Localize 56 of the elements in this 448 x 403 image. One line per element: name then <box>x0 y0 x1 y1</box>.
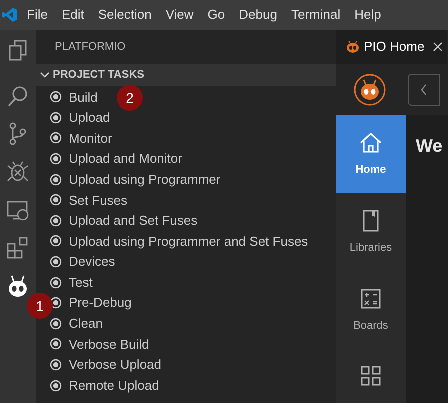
task-item[interactable]: Upload using Programmer and Set Fuses <box>69 232 308 252</box>
radio-icon <box>50 318 62 330</box>
menu-item[interactable]: Go <box>200 5 232 25</box>
task-item[interactable]: Upload using Programmer <box>69 170 221 190</box>
bug-icon[interactable] <box>6 160 30 184</box>
section-header[interactable]: PROJECT TASKS <box>36 64 336 86</box>
menu-item[interactable]: View <box>158 5 201 25</box>
task-item[interactable]: Build <box>69 88 98 108</box>
radio-icon <box>50 194 62 206</box>
vscode-logo-icon <box>2 7 18 23</box>
task-item[interactable]: Set Fuses <box>69 190 128 210</box>
menu-item[interactable]: Edit <box>54 5 92 25</box>
task-item[interactable]: Devices <box>69 252 116 272</box>
radio-icon <box>50 359 62 372</box>
menu-item[interactable]: Help <box>348 5 388 25</box>
radio-icon <box>50 235 62 248</box>
page-heading: We <box>416 136 443 156</box>
nav-tab[interactable]: Home <box>336 115 406 193</box>
radio-icon <box>50 153 62 166</box>
search-icon[interactable] <box>6 84 30 108</box>
task-item[interactable]: Upload and Monitor <box>69 149 182 169</box>
task-item[interactable]: Verbose Upload <box>69 355 162 375</box>
task-item[interactable]: Clean <box>69 314 103 334</box>
editor-tab[interactable]: PIO Home <box>336 30 447 64</box>
menu-item[interactable]: Debug <box>232 5 284 25</box>
chevron-left-icon <box>420 84 428 96</box>
radio-icon <box>50 214 62 227</box>
callout-badge: 2 <box>117 85 143 111</box>
radio-icon <box>50 91 62 104</box>
extensions-icon[interactable] <box>6 236 30 260</box>
radio-icon <box>50 112 62 124</box>
radio-icon <box>50 380 62 392</box>
close-icon[interactable] <box>432 42 443 52</box>
task-item[interactable]: Verbose Build <box>69 334 150 354</box>
callout-badge: 1 <box>27 293 53 319</box>
radio-icon <box>50 297 62 310</box>
menu-item[interactable]: File <box>20 5 55 25</box>
radio-icon <box>50 276 62 289</box>
nav-tab[interactable]: Boards <box>336 271 406 349</box>
alien-logo-icon <box>354 74 386 106</box>
alien-icon <box>346 41 360 53</box>
radio-icon <box>50 338 62 350</box>
sidebar-title: PLATFORMIO <box>55 40 126 55</box>
task-item[interactable]: Remote Upload <box>69 376 160 396</box>
alien-icon[interactable] <box>6 274 30 298</box>
radio-icon <box>50 256 62 268</box>
menu-item[interactable]: Terminal <box>284 5 348 25</box>
radio-icon <box>50 174 62 186</box>
radio-icon <box>50 132 62 144</box>
task-item[interactable]: Pre-Debug <box>69 293 132 313</box>
menu-item[interactable]: Selection <box>91 5 159 25</box>
nav-tab[interactable]: Libraries <box>336 193 406 271</box>
task-item[interactable]: Test <box>69 272 93 292</box>
task-item[interactable]: Upload <box>69 108 110 128</box>
task-item[interactable]: Monitor <box>69 128 112 148</box>
task-item[interactable]: Upload and Set Fuses <box>69 211 198 231</box>
